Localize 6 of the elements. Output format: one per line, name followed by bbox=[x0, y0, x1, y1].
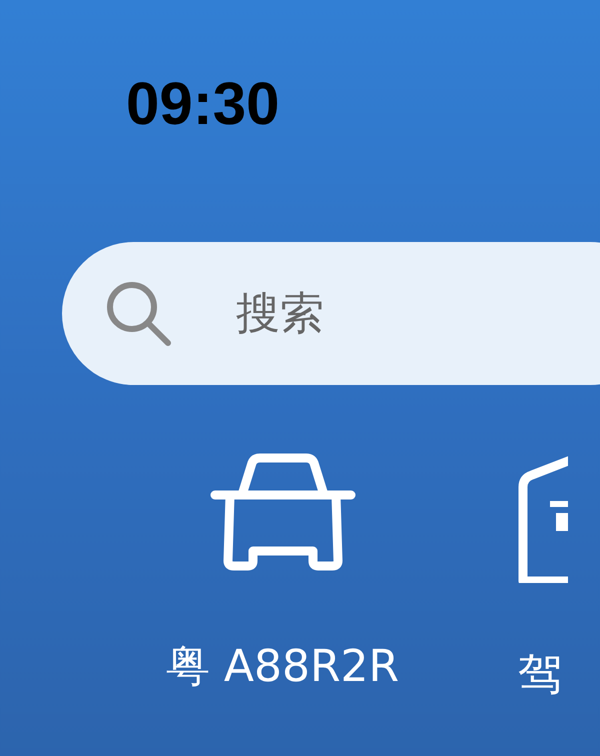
status-time: 09:30 bbox=[126, 69, 280, 139]
shortcut-label[interactable]: 驾 bbox=[518, 649, 562, 701]
search-icon bbox=[104, 279, 172, 347]
car-icon bbox=[210, 453, 356, 571]
search-field[interactable]: 搜索 bbox=[62, 242, 600, 385]
shortcut-label[interactable]: 粤 A88R2R bbox=[166, 641, 400, 693]
